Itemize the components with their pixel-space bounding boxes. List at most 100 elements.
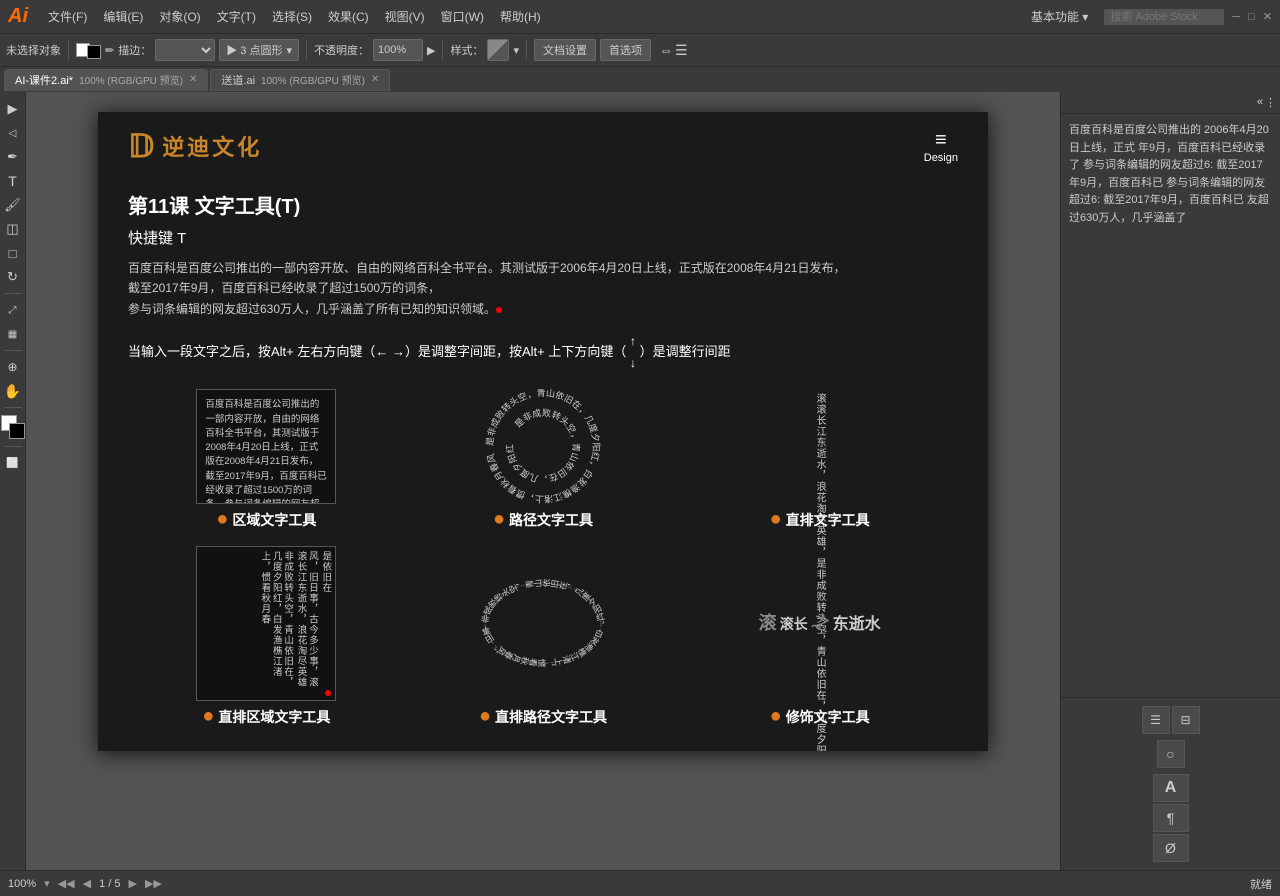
- tab-bar: AI-课件2.ai* 100% (RGB/GPU 预览) ✕ 送道.ai 100…: [0, 66, 1280, 92]
- page-next-icon[interactable]: ▶▶: [145, 877, 162, 890]
- document-canvas: 𝔻 逆迪文化 ≡ Design 第11课 文字工具(T) 快捷键 T 百度百科是…: [98, 112, 988, 751]
- menu-file[interactable]: 文件(F): [40, 8, 95, 25]
- menu-text[interactable]: 文字(T): [209, 8, 264, 25]
- graph-tool-icon[interactable]: ▦: [2, 323, 24, 345]
- preferences-button[interactable]: 首选项: [600, 39, 651, 61]
- tools-row-2: 非成败转头空，青山依旧在，几度夕阳红，白发渔樵江渚上，惯看秋月春 风，旧日事，古…: [128, 546, 958, 728]
- rotate-tool-icon[interactable]: ↻: [2, 266, 24, 288]
- pen-tool-icon[interactable]: ✒: [2, 146, 24, 168]
- stroke-swatch[interactable]: [87, 45, 101, 59]
- styled-char-3: 之: [807, 607, 834, 640]
- brush-indicator[interactable]: ✏: [105, 44, 114, 57]
- rp-icon-row-1: ☰ ⊟: [1142, 706, 1200, 734]
- rp-text-A-icon[interactable]: A: [1153, 774, 1189, 802]
- no-selection-label: 未选择对象: [6, 42, 61, 58]
- type-tool-icon[interactable]: T: [2, 170, 24, 192]
- area-text-section: 百度百科是百度公司推出的一部内容开放，自由的网络百科全书平台，其测试版于2008…: [142, 389, 391, 531]
- toolbar-sep-2: [306, 40, 307, 60]
- tab-file-1-close[interactable]: ✕: [189, 74, 197, 85]
- scale-tool-icon[interactable]: ⤢: [2, 299, 24, 321]
- app-logo: Ai: [8, 5, 28, 28]
- rp-glyph-icon[interactable]: Ø: [1153, 834, 1189, 862]
- rp-align-symbol: ☰: [1150, 713, 1161, 727]
- direct-select-icon[interactable]: ◁: [2, 122, 24, 144]
- menu-window[interactable]: 窗口(W): [433, 8, 492, 25]
- panel-options-icon[interactable]: ⋮: [1265, 96, 1276, 109]
- workspace-selector[interactable]: 基本功能 ▾: [1023, 8, 1096, 25]
- canvas-header: 𝔻 逆迪文化 ≡ Design: [98, 112, 988, 175]
- toolbar: 未选择对象 ✏ 描边： ▶ 3 点圆形 ▾ 不透明度： ▶ 样式： ▾ 文档设置…: [0, 33, 1280, 66]
- hand-tool-icon[interactable]: ✋: [2, 380, 24, 402]
- panel-collapse-icon[interactable]: «: [1257, 96, 1263, 109]
- doc-settings-button[interactable]: 文档设置: [534, 39, 596, 61]
- vert-path-tool-name: 直排路径文字工具: [495, 707, 607, 727]
- canvas-logo-text: 逆迪文化: [162, 130, 262, 162]
- zoom-tool-icon[interactable]: ⊕: [2, 356, 24, 378]
- rp-text-A-symbol: A: [1165, 779, 1177, 797]
- vert-area-tool-label: ● 直排区域文字工具: [202, 705, 330, 728]
- menu-object[interactable]: 对象(O): [151, 8, 208, 25]
- canvas-area[interactable]: 𝔻 逆迪文化 ≡ Design 第11课 文字工具(T) 快捷键 T 百度百科是…: [26, 92, 1060, 870]
- close-button[interactable]: ✕: [1263, 10, 1272, 23]
- select-tool-icon[interactable]: ▶: [2, 98, 24, 120]
- menu-view[interactable]: 视图(V): [377, 8, 433, 25]
- stock-search-input[interactable]: [1104, 9, 1224, 25]
- tab-file-2-detail: 100% (RGB/GPU 预览): [261, 72, 365, 87]
- vert-path-text-svg: 非成败转头空，青山依旧在，几度夕阳红，白发渔樵江渚上，惯看秋月春风，旧事，古今多…: [473, 546, 613, 701]
- styled-text-sample: 滚 滚长 之 东逝水: [750, 546, 890, 701]
- rp-distribute-icon[interactable]: ⊟: [1172, 706, 1200, 734]
- restore-button[interactable]: □: [1248, 11, 1255, 23]
- toolbar-sep-3: [442, 40, 443, 60]
- page-prev-icon[interactable]: ◀◀: [58, 877, 75, 890]
- page-forward-icon[interactable]: ▶: [128, 877, 136, 890]
- lt-sep-3: [4, 407, 22, 408]
- path-text-tool-label: ● 路径文字工具: [493, 508, 593, 531]
- tab-file-2[interactable]: 送道.ai 100% (RGB/GPU 预览) ✕: [210, 69, 390, 91]
- menu-effect[interactable]: 效果(C): [320, 8, 377, 25]
- rp-circle-icon[interactable]: ○: [1157, 740, 1185, 768]
- vert-area-text-section: 非成败转头空，青山依旧在，几度夕阳红，白发渔樵江渚上，惯看秋月春 风，旧日事，古…: [142, 546, 391, 728]
- vert-area-text-content-3: 是依旧在: [320, 551, 331, 696]
- style-swatch[interactable]: [487, 39, 509, 61]
- rp-icon-row-2: ○: [1157, 740, 1185, 768]
- instruction-text: 当输入一段文字之后，按Alt+ 左右方向键（← →）是调整字间距，按Alt+ 上…: [128, 331, 958, 374]
- styled-char-2: 滚长: [780, 616, 812, 632]
- stroke-select[interactable]: [155, 39, 215, 61]
- vertical-text-sample: 滚滚长江东逝水，浪花淘尽英雄，是非成败转头空，青山依旧在，几度夕阳红，白发渔樵江…: [810, 389, 829, 504]
- zoom-in-icon[interactable]: ▾: [44, 877, 50, 890]
- right-panel-text: 百度百科是百度公司推出的 2006年4月20日上线，正式 年9月，百度百科已经收…: [1069, 122, 1272, 228]
- menu-select[interactable]: 选择(S): [264, 8, 320, 25]
- screen-mode-icon[interactable]: ⬜: [2, 452, 24, 474]
- styled-char-4: 东逝水: [833, 616, 881, 633]
- main-layout: ▶ ◁ ✒ T 🖌 ◫ □ ↻ ⤢ ▦ ⊕ ✋ ⬜ 𝔻 逆迪文化: [0, 92, 1280, 870]
- paintbrush-icon[interactable]: 🖌: [2, 194, 24, 216]
- opacity-more-icon[interactable]: ▶: [427, 44, 435, 57]
- shape-tool-icon[interactable]: □: [2, 242, 24, 264]
- style-chevron[interactable]: ▾: [513, 44, 519, 57]
- minimize-button[interactable]: ─: [1232, 11, 1240, 23]
- area-text-tool-name: 区域文字工具: [232, 510, 316, 530]
- path-text-tool-name: 路径文字工具: [509, 510, 593, 530]
- menu-edit[interactable]: 编辑(E): [95, 8, 151, 25]
- left-toolbar: ▶ ◁ ✒ T 🖌 ◫ □ ↻ ⤢ ▦ ⊕ ✋ ⬜: [0, 92, 26, 870]
- tab-file-1-name: AI-课件2.ai*: [15, 72, 73, 88]
- distribute-icon[interactable]: ☰: [675, 42, 688, 59]
- tab-file-1[interactable]: AI-课件2.ai* 100% (RGB/GPU 预览) ✕: [4, 69, 208, 91]
- vertical-text-tool-label: ● 直排文字工具: [770, 508, 870, 531]
- point-shape-selector[interactable]: ▶ 3 点圆形 ▾: [219, 39, 299, 61]
- styled-tool-label: ● 修饰文字工具: [770, 705, 870, 728]
- tab-file-2-close[interactable]: ✕: [371, 74, 379, 85]
- menu-help[interactable]: 帮助(H): [492, 8, 549, 25]
- right-panel-text-area: 百度百科是百度公司推出的 2006年4月20日上线，正式 年9月，百度百科已经收…: [1061, 114, 1280, 697]
- right-panel: « ⋮ 百度百科是百度公司推出的 2006年4月20日上线，正式 年9月，百度百…: [1060, 92, 1280, 870]
- opacity-input[interactable]: [373, 39, 423, 61]
- page-back-icon[interactable]: ◀: [83, 877, 91, 890]
- rp-paragraph-icon[interactable]: ¶: [1153, 804, 1189, 832]
- eraser-icon[interactable]: ◫: [2, 218, 24, 240]
- vert-path-text-section: 非成败转头空，青山依旧在，几度夕阳红，白发渔樵江渚上，惯看秋月春风，旧事，古今多…: [418, 546, 667, 728]
- bg-color-swatch[interactable]: [9, 423, 25, 439]
- rp-align-icon[interactable]: ☰: [1142, 706, 1170, 734]
- align-icon[interactable]: ⇔: [659, 42, 673, 58]
- canvas-content: 第11课 文字工具(T) 快捷键 T 百度百科是百度公司推出的一部内容开放、自由…: [98, 175, 988, 751]
- lt-sep-1: [4, 293, 22, 294]
